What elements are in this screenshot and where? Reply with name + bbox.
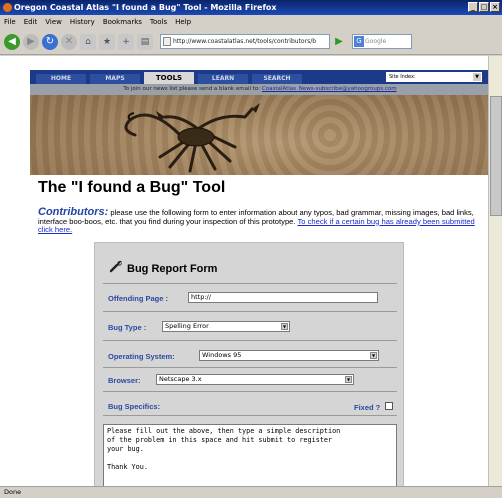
divider — [103, 340, 397, 341]
browser-select[interactable]: Netscape 3.x ▼ — [156, 374, 354, 385]
bookmark-icon[interactable]: ★ — [99, 33, 115, 50]
bug-specifics-textarea[interactable]: Please fill out the above, then type a s… — [103, 424, 397, 486]
navigation-toolbar: ◀ ▶ ↻ ✕ ⌂ ★ + ▤ http://www.coastalatlas.… — [0, 29, 502, 55]
bug-type-select[interactable]: Spelling Error ▼ — [162, 321, 290, 332]
divider — [103, 283, 397, 284]
page-title: The "I found a Bug" Tool — [38, 179, 226, 196]
menu-history[interactable]: History — [70, 15, 95, 29]
tab-learn[interactable]: LEARN — [198, 74, 248, 84]
browser-window: Oregon Coastal Atlas "I found a Bug" Too… — [0, 0, 502, 497]
form-title: Bug Report Form — [127, 263, 218, 275]
os-label: Operating System: — [108, 352, 175, 361]
reload-icon[interactable]: ↻ — [42, 33, 58, 50]
browser-value: Netscape 3.x — [159, 375, 202, 383]
tab-maps[interactable]: MAPS — [90, 74, 140, 84]
title-bar: Oregon Coastal Atlas "I found a Bug" Too… — [0, 0, 502, 15]
os-value: Windows 95 — [202, 351, 242, 359]
window-title: Oregon Coastal Atlas "I found a Bug" Too… — [14, 3, 277, 12]
bug-report-form: Bug Report Form Offending Page : http://… — [94, 242, 404, 486]
menu-file[interactable]: File — [4, 15, 16, 29]
menu-bookmarks[interactable]: Bookmarks — [103, 15, 142, 29]
status-text: Done — [4, 488, 22, 496]
chevron-down-icon: ▼ — [281, 323, 288, 330]
url-text: http://www.coastalatlas.net/tools/contri… — [173, 38, 317, 45]
scorpion-banner-image — [30, 95, 490, 175]
offending-page-input[interactable]: http:// — [188, 292, 378, 303]
site-index-label: Site Index: — [389, 74, 416, 80]
tab-search[interactable]: SEARCH — [252, 74, 302, 84]
menu-tools[interactable]: Tools — [150, 15, 167, 29]
news-email-link[interactable]: CoastalAtlas_News-subscribe@yahoogroups.… — [262, 86, 397, 92]
home-icon[interactable]: ⌂ — [80, 33, 96, 50]
page-viewport: HOME MAPS TOOLS LEARN SEARCH Site Index:… — [0, 56, 502, 486]
form-header: Bug Report Form — [95, 243, 405, 281]
google-icon: G — [354, 36, 364, 47]
print-icon[interactable]: ▤ — [137, 33, 153, 50]
maximize-button[interactable]: □ — [479, 2, 489, 12]
chevron-down-icon: ▼ — [473, 73, 481, 81]
minimize-button[interactable]: _ — [468, 2, 478, 12]
news-prefix: To join our news list please send a blan… — [123, 86, 261, 92]
web-page: HOME MAPS TOOLS LEARN SEARCH Site Index:… — [30, 56, 490, 486]
menu-edit[interactable]: Edit — [24, 15, 38, 29]
search-placeholder: Google — [365, 38, 387, 45]
divider — [103, 391, 397, 392]
divider — [103, 415, 397, 416]
fixed-label: Fixed ? — [354, 403, 381, 412]
chevron-down-icon: ▼ — [370, 352, 377, 359]
fixed-checkbox[interactable] — [385, 402, 393, 410]
divider — [103, 311, 397, 312]
site-index-select[interactable]: Site Index: ▼ — [386, 72, 482, 82]
bug-type-label: Bug Type : — [108, 323, 147, 332]
close-button[interactable]: × — [490, 2, 500, 12]
stop-icon[interactable]: ✕ — [61, 33, 77, 50]
url-bar[interactable]: http://www.coastalatlas.net/tools/contri… — [160, 34, 330, 49]
forward-arrow-icon[interactable]: ▶ — [23, 33, 39, 50]
divider — [103, 367, 397, 368]
wrench-icon — [109, 260, 122, 273]
site-nav-bar: HOME MAPS TOOLS LEARN SEARCH Site Index:… — [30, 70, 490, 84]
status-bar: Done — [0, 486, 502, 497]
firefox-icon — [3, 3, 12, 12]
intro-paragraph: Contributors: please use the following f… — [38, 207, 486, 235]
scrollbar-thumb[interactable] — [490, 96, 502, 216]
vertical-scrollbar[interactable] — [488, 56, 502, 486]
bug-type-value: Spelling Error — [165, 322, 209, 330]
chevron-down-icon: ▼ — [345, 376, 352, 383]
window-controls: _ □ × — [468, 2, 500, 12]
menu-bar: File Edit View History Bookmarks Tools H… — [0, 15, 502, 29]
back-arrow-icon[interactable]: ◀ — [4, 33, 20, 50]
go-arrow-icon[interactable]: ▶ — [333, 36, 345, 48]
browser-label: Browser: — [108, 376, 141, 385]
news-signup-line: To join our news list please send a blan… — [30, 84, 490, 95]
tab-tools[interactable]: TOOLS — [144, 72, 194, 84]
offending-page-label: Offending Page : — [108, 294, 168, 303]
menu-view[interactable]: View — [45, 15, 62, 29]
search-box[interactable]: G Google — [352, 34, 412, 49]
menu-help[interactable]: Help — [175, 15, 191, 29]
tab-home[interactable]: HOME — [36, 74, 86, 84]
new-tab-icon[interactable]: + — [118, 33, 134, 50]
bug-specifics-label: Bug Specifics: — [108, 402, 161, 411]
page-icon — [163, 37, 171, 46]
os-select[interactable]: Windows 95 ▼ — [199, 350, 379, 361]
scorpion-icon — [124, 103, 260, 173]
